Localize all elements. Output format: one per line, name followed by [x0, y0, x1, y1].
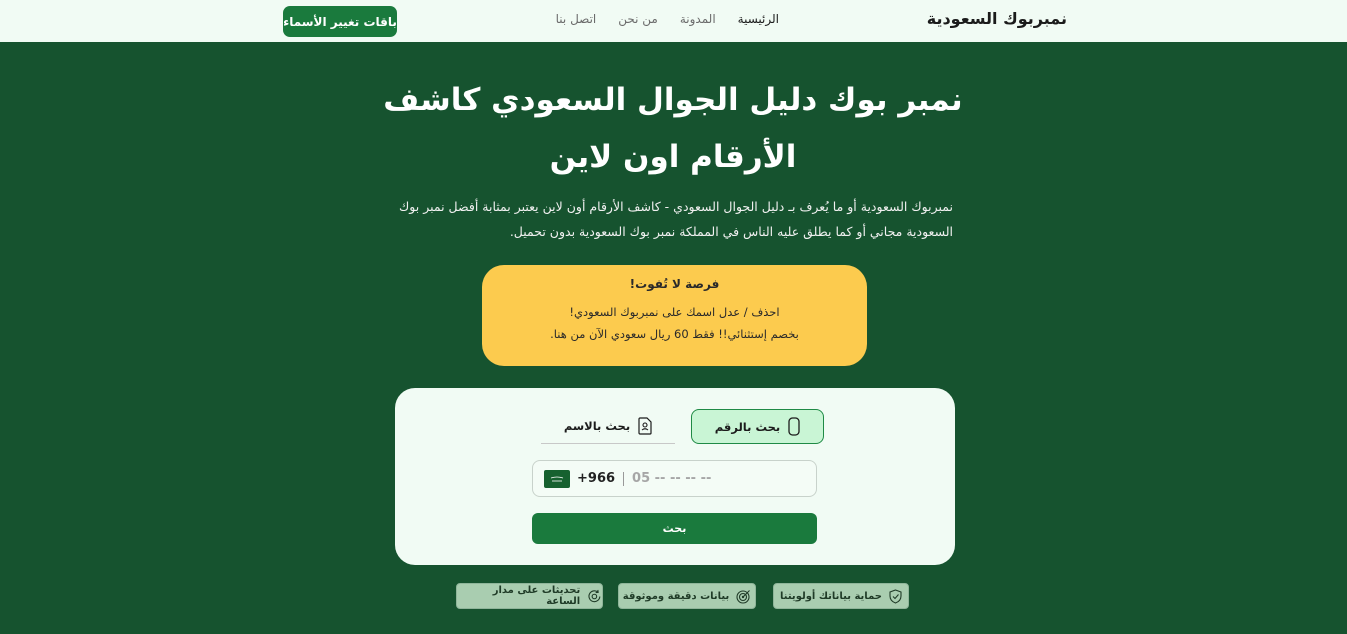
- phone-number-input[interactable]: [632, 471, 813, 486]
- tab-search-by-name[interactable]: بحث بالاسم: [541, 409, 675, 444]
- feature-badge-accurate-data: بيانات دقيقة وموثوقة: [618, 583, 756, 609]
- promo-text-line1: احذف / عدل اسمك على نمبربوك السعودي!: [569, 305, 780, 319]
- hero-description-line2: السعودية مجاني أو كما يطلق عليه الناس في…: [509, 224, 953, 239]
- feature-badge-24h-updates: تحديثات على مدار الساعة: [456, 583, 603, 609]
- tab-search-by-number[interactable]: بحث بالرقم: [691, 409, 824, 444]
- saudi-flag-icon: [544, 469, 570, 488]
- mobile-phone-icon: [788, 417, 800, 436]
- promo-title: فرصة لا تُفوت!: [629, 277, 720, 291]
- promo-text-line2: بخصم إستثنائي!! فقط 60 ريال سعودي الآن م…: [550, 327, 799, 341]
- feature-badge-data-protection: حماية بياناتك أولويتنا: [773, 583, 909, 609]
- id-card-icon: [638, 417, 652, 435]
- shield-icon: [889, 588, 902, 604]
- search-card: بحث بالرقم بحث بالاسم +966 بحث: [395, 388, 955, 565]
- nav-about[interactable]: من نحن: [618, 12, 658, 26]
- site-header: نمبربوك السعودية الرئيسية المدونة من نحن…: [0, 0, 1347, 42]
- divider: [623, 471, 625, 486]
- promo-banner[interactable]: فرصة لا تُفوت! احذف / عدل اسمك على نمبرب…: [482, 265, 867, 366]
- feature-label: حماية بياناتك أولويتنا: [780, 590, 882, 602]
- nav-contact[interactable]: اتصل بنا: [556, 12, 597, 26]
- nav-home[interactable]: الرئيسية: [738, 12, 779, 26]
- refresh-gear-icon: [588, 589, 601, 602]
- tab-search-by-number-label: بحث بالرقم: [714, 419, 781, 434]
- feature-label: بيانات دقيقة وموثوقة: [622, 590, 730, 602]
- main-nav: الرئيسية المدونة من نحن اتصل بنا: [556, 12, 779, 26]
- hero-description-line1: نمبربوك السعودية أو ما يُعرف بـ دليل الج…: [398, 199, 953, 214]
- page-title-line2: الأرقام اون لاين: [549, 139, 797, 175]
- country-code: +966: [577, 471, 616, 486]
- target-icon: [736, 589, 751, 604]
- search-button[interactable]: بحث: [532, 513, 817, 544]
- page-title-line1: نمبر بوك دليل الجوال السعودي كاشف: [383, 82, 963, 118]
- page-title: نمبر بوك دليل الجوال السعودي كاشف الأرقا…: [373, 72, 973, 186]
- site-logo[interactable]: نمبربوك السعودية: [927, 9, 1067, 28]
- tab-search-by-name-label: بحث بالاسم: [563, 419, 631, 433]
- feature-label: تحديثات على مدار الساعة: [492, 585, 581, 607]
- hero-description: نمبربوك السعودية أو ما يُعرف بـ دليل الج…: [393, 194, 953, 244]
- phone-field[interactable]: +966: [532, 460, 817, 497]
- nav-blog[interactable]: المدونة: [680, 12, 716, 26]
- name-change-packages-button[interactable]: باقات تغيير الأسماء: [283, 6, 397, 37]
